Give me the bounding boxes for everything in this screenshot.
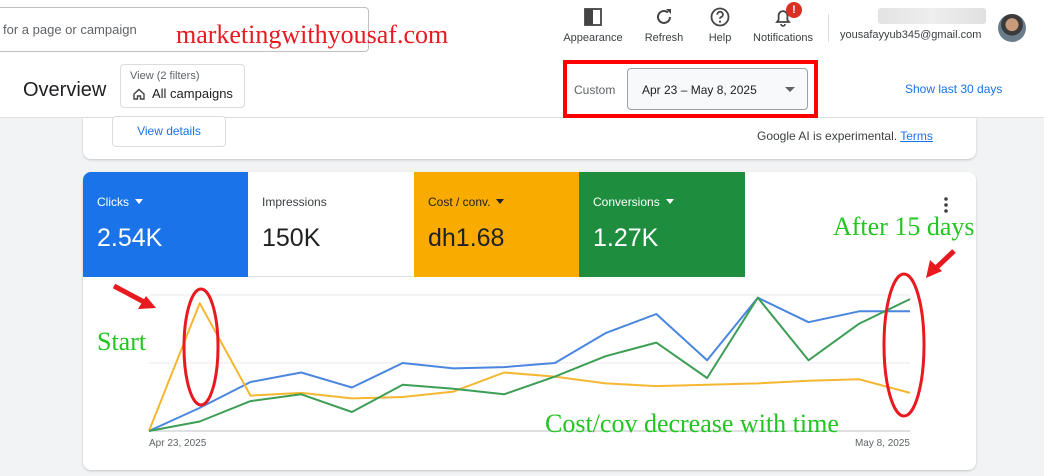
metric-tile-clicks[interactable]: Clicks 2.54K	[83, 172, 248, 277]
annotation-start: Start	[97, 327, 147, 356]
x-tick-label-start: Apr 23, 2025	[149, 438, 207, 449]
overview-header: Overview View (2 filters) All campaigns	[0, 60, 1044, 155]
help-label: Help	[708, 32, 732, 44]
page-title: Overview	[23, 79, 107, 101]
metric-label: Conversions	[593, 195, 674, 209]
caret-down-icon	[135, 199, 143, 204]
caret-down-icon	[665, 199, 674, 204]
metric-label-text: Cost / conv.	[428, 195, 491, 209]
terms-link[interactable]: Terms	[900, 129, 933, 143]
annotation-after-15-days: After 15 days	[833, 212, 975, 241]
caret-down-icon	[496, 199, 505, 204]
account-name-blurred	[878, 8, 986, 24]
insight-card: View details Google AI is experimental. …	[83, 116, 976, 159]
appearance-label: Appearance	[563, 32, 623, 44]
ai-note: Google AI is experimental. Terms	[757, 129, 933, 143]
top-bar: for a page or campaign marketingwithyous…	[0, 0, 1044, 60]
x-tick-label-end: May 8, 2025	[855, 438, 910, 449]
metric-label: Cost / conv.	[428, 195, 505, 209]
filter-value: All campaigns	[152, 86, 233, 101]
notifications-button[interactable]: ! Notifications	[748, 2, 818, 44]
search-placeholder: for a page or campaign	[3, 22, 137, 37]
watermark-text: marketingwithyousaf.com	[176, 20, 449, 49]
show-last-30-days-link[interactable]: Show last 30 days	[905, 82, 1002, 96]
ai-note-text: Google AI is experimental.	[757, 129, 898, 143]
refresh-label: Refresh	[644, 32, 684, 44]
metric-tile-conversions[interactable]: Conversions 1.27K	[579, 172, 745, 277]
performance-line-chart: Apr 23, 2025 May 8, 2025	[148, 294, 911, 449]
home-icon	[133, 88, 145, 100]
metric-value: dh1.68	[428, 224, 505, 252]
appearance-button[interactable]: Appearance	[560, 6, 626, 44]
date-highlight-box	[563, 60, 818, 118]
toolbar-divider	[828, 14, 829, 42]
notification-badge: !	[786, 2, 802, 18]
campaign-filter-selector[interactable]: View (2 filters) All campaigns	[120, 64, 245, 108]
metric-label: Impressions	[262, 195, 327, 209]
refresh-button[interactable]: Refresh	[640, 6, 688, 44]
metric-value: 150K	[262, 224, 321, 252]
metric-label-text: Clicks	[97, 195, 129, 209]
metric-value: 1.27K	[593, 224, 659, 252]
avatar[interactable]	[998, 14, 1026, 42]
help-button[interactable]: Help	[704, 6, 736, 44]
filter-count-label: View (2 filters)	[130, 70, 200, 82]
refresh-icon	[657, 9, 671, 24]
view-details-button[interactable]: View details	[112, 116, 226, 147]
metric-tile-impressions[interactable]: Impressions 150K	[248, 172, 414, 277]
metric-tile-cost-per-conv[interactable]: Cost / conv. dh1.68	[414, 172, 579, 277]
notifications-label: Notifications	[753, 32, 813, 44]
metric-label-text: Conversions	[593, 195, 660, 209]
account-email: yousafayyub345@gmail.com	[840, 29, 982, 41]
metric-value: 2.54K	[97, 224, 163, 252]
annotation-cost-decrease: Cost/cov decrease with time	[545, 409, 839, 438]
help-icon	[710, 7, 730, 27]
metric-label: Clicks	[97, 195, 143, 209]
appearance-icon	[584, 8, 602, 26]
